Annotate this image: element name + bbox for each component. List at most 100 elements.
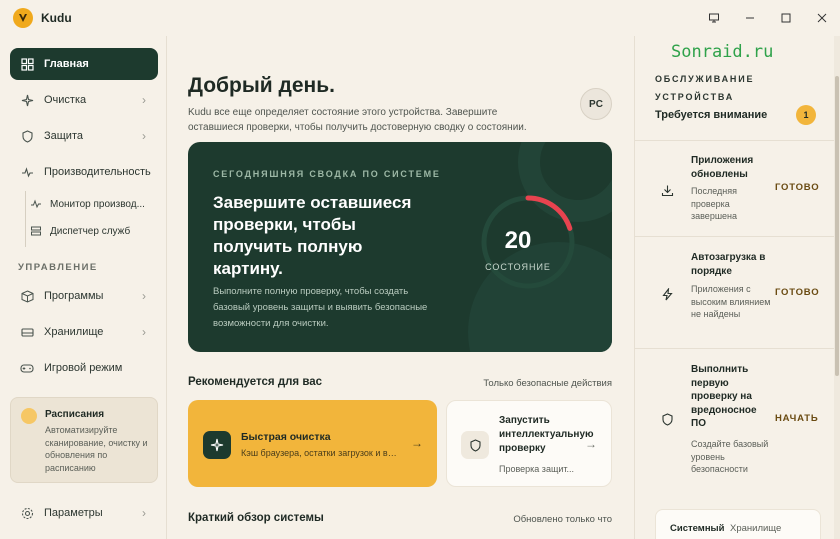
submenu-line [25, 191, 26, 247]
sidebar-subitem-performance-monitor[interactable]: Монитор производ... [30, 193, 145, 215]
summary-eyebrow: СЕГОДНЯШНЯЯ СВОДКА ПО СИСТЕМЕ [213, 169, 441, 179]
gamepad-icon [20, 361, 34, 375]
task-status[interactable]: ГОТОВО [775, 287, 819, 298]
sidebar-item-programs[interactable]: Программы › [10, 280, 158, 312]
recommended-title: Рекомендуется для вас [188, 376, 323, 388]
gear-icon [20, 506, 34, 520]
chevron-right-icon: › [142, 289, 146, 303]
tab-storage[interactable]: Хранилище [730, 523, 781, 534]
chevron-right-icon: › [142, 129, 146, 143]
page-title: Добрый день. [188, 74, 335, 97]
schedule-description: Автоматизируйте сканирование, очистку и … [45, 425, 148, 473]
window-controls [696, 0, 840, 36]
task-description: Создайте базовый уровень безопасности [691, 439, 769, 474]
task-description: Последняя проверка завершена [691, 186, 738, 221]
sidebar-subitem-label: Монитор производ... [50, 198, 145, 210]
pulse-icon [30, 198, 42, 210]
health-score-label: СОСТОЯНИЕ [485, 262, 551, 272]
box-icon [20, 289, 34, 303]
shield-icon [659, 411, 675, 427]
sidebar-item-label: Защита [44, 130, 83, 142]
maximize-icon[interactable] [768, 0, 804, 36]
task-startup-ok[interactable]: Автозагрузка в порядке Приложения с высо… [635, 236, 835, 348]
schedule-title: Расписания [45, 409, 105, 420]
smart-scan-title: Запустить интеллектуальную проверку [499, 415, 594, 454]
scrollbar-thumb[interactable] [835, 76, 839, 376]
task-description: Приложения с высоким влиянием не найдены [691, 284, 771, 319]
smart-scan-description: Проверка защит... [499, 464, 575, 474]
chevron-right-icon: › [142, 506, 146, 520]
task-malware-scan[interactable]: Выполнить первую проверку на вредоносное… [635, 348, 835, 488]
title-bar: Kudu [0, 0, 840, 36]
list-icon [30, 225, 42, 237]
sidebar: Главная Очистка › Защита › Производитель… [0, 36, 167, 539]
task-status[interactable]: ГОТОВО [775, 182, 819, 193]
summary-title: Завершите оставшиеся проверки, чтобы пол… [213, 193, 412, 278]
chevron-right-icon: › [142, 93, 146, 107]
sidebar-item-protection[interactable]: Защита › [10, 120, 158, 152]
safe-actions-link[interactable]: Только безопасные действия [483, 378, 612, 389]
avatar[interactable]: PC [580, 88, 612, 120]
sidebar-item-cleanup[interactable]: Очистка › [10, 84, 158, 116]
attention-count-badge: 1 [796, 105, 816, 125]
health-score: 20 [504, 227, 532, 254]
system-tabs: Системный Хранилище [655, 509, 821, 539]
health-gauge-arc [525, 195, 573, 231]
scrollbar[interactable] [834, 36, 840, 539]
sidebar-item-performance[interactable]: Производительность [10, 156, 158, 188]
monitor-icon[interactable] [696, 0, 732, 36]
overview-title: Краткий обзор системы [188, 512, 324, 524]
page-subtitle: Kudu все еще определяет состояние этого … [188, 107, 527, 133]
shield-icon [20, 129, 34, 143]
bolt-icon [659, 286, 675, 302]
sidebar-item-label: Производительность [44, 166, 151, 178]
attention-heading: Требуется внимание [655, 109, 768, 121]
pulse-icon [20, 165, 34, 179]
minimize-icon[interactable] [732, 0, 768, 36]
app-title: Kudu [41, 11, 72, 25]
quick-cleanup-title: Быстрая очистка [241, 431, 331, 443]
sidebar-subitem-service-manager[interactable]: Диспетчер служб [30, 220, 130, 242]
main-content: Добрый день. Kudu все еще определяет сос… [168, 36, 633, 539]
task-title: Автозагрузка в порядке [691, 252, 766, 277]
sidebar-item-label: Хранилище [44, 326, 104, 338]
sidebar-item-label: Параметры [44, 507, 103, 519]
shield-icon [461, 431, 489, 459]
sidebar-item-label: Игровой режим [44, 362, 123, 374]
sidebar-item-label: Очистка [44, 94, 87, 106]
sidebar-item-label: Главная [44, 58, 89, 70]
kudu-logo-icon [13, 8, 33, 28]
close-icon[interactable] [804, 0, 840, 36]
maintenance-eyebrow: ОБСЛУЖИВАНИЕ УСТРОЙСТВА [655, 74, 755, 102]
smart-scan-card[interactable]: Запустить интеллектуальную проверку Пров… [446, 400, 612, 487]
sparkle-icon [20, 93, 34, 107]
overview-updated: Обновлено только что [513, 514, 612, 525]
tab-system[interactable]: Системный [670, 523, 725, 534]
sparkle-icon [203, 431, 231, 459]
maintenance-panel: Sonraid.ru ОБСЛУЖИВАНИЕ УСТРОЙСТВА Требу… [634, 36, 835, 539]
task-apps-updated[interactable]: Приложения обновлены Последняя проверка … [635, 140, 835, 236]
quick-cleanup-card[interactable]: Быстрая очистка Кэш браузера, остатки за… [188, 400, 437, 487]
grid-icon [20, 57, 34, 71]
sidebar-item-home[interactable]: Главная [10, 48, 158, 80]
sidebar-item-label: Программы [44, 290, 104, 302]
task-title: Выполнить первую проверку на вредоносное… [691, 364, 757, 429]
schedule-card[interactable]: Расписания Автоматизируйте сканирование,… [10, 397, 158, 483]
quick-cleanup-description: Кэш браузера, остатки загрузок и вре... [241, 448, 401, 458]
system-summary-card: СЕГОДНЯШНЯЯ СВОДКА ПО СИСТЕМЕ Завершите … [188, 142, 612, 352]
start-scan-button[interactable]: НАЧАТЬ [775, 413, 819, 424]
section-label-manage: УПРАВЛЕНИЕ [18, 262, 98, 273]
sidebar-item-storage[interactable]: Хранилище › [10, 316, 158, 348]
arrow-right-icon: → [411, 436, 423, 450]
task-title: Приложения обновлены [691, 155, 754, 180]
download-icon [659, 182, 675, 198]
chevron-right-icon: › [142, 325, 146, 339]
sun-icon [21, 408, 37, 424]
watermark: Sonraid.ru [671, 42, 774, 62]
summary-description: Выполните полную проверку, чтобы создать… [213, 286, 428, 329]
storage-icon [20, 325, 34, 339]
sidebar-subitem-label: Диспетчер служб [50, 225, 131, 237]
sidebar-item-game-mode[interactable]: Игровой режим [10, 352, 158, 384]
arrow-right-icon: → [585, 437, 597, 451]
sidebar-item-settings[interactable]: Параметры › [10, 497, 158, 529]
